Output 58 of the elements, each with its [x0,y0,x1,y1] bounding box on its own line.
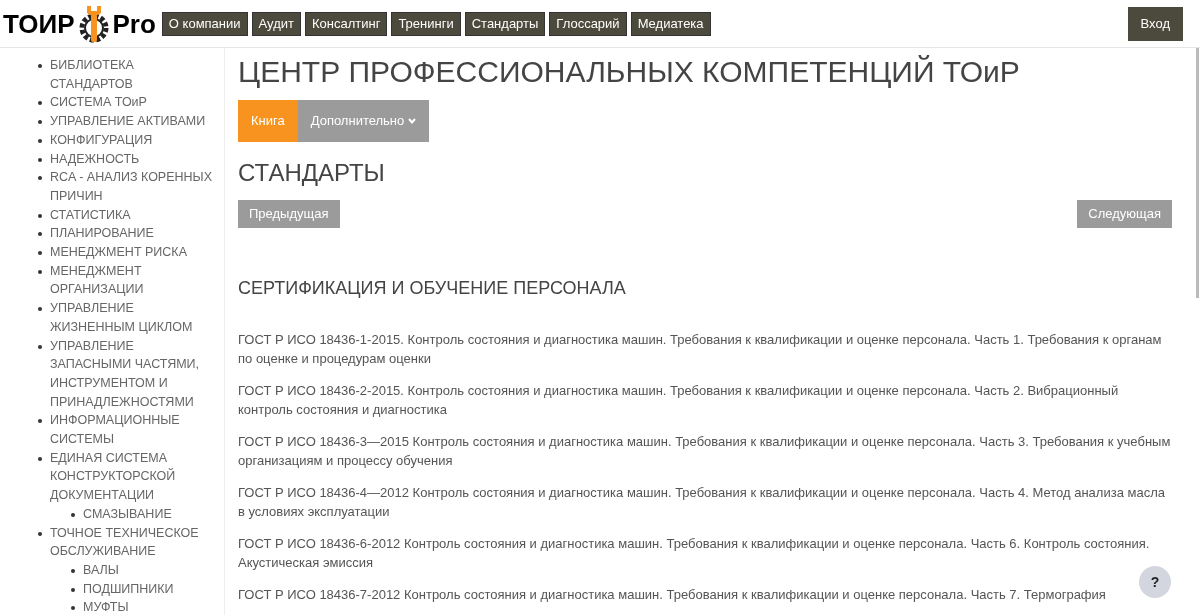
bullet-icon [38,531,42,536]
sidebar-item[interactable]: УПРАВЛЕНИЕ ЖИЗНЕННЫМ ЦИКЛОМ [50,299,214,337]
bullet-icon [38,307,42,312]
sidebar-item[interactable]: ПЛАНИРОВАНИЕ [50,224,214,244]
bullet-icon [38,213,42,218]
bullet-icon [38,64,42,68]
sidebar-item[interactable]: ИНФОРМАЦИОННЫЕ СИСТЕМЫ [50,411,214,449]
bullet-icon [38,251,42,256]
logo-text: ТОИР [3,10,75,37]
bullet-icon [38,176,42,181]
nav-link[interactable]: Глоссарий [549,11,627,36]
nav-link[interactable]: Медиатека [630,11,711,36]
nav-link[interactable]: Тренинги [391,11,461,36]
sidebar-item[interactable]: СИСТЕМА ТОиР [50,93,214,113]
bullet-icon [38,419,42,424]
sidebar-item[interactable]: ТОЧНОЕ ТЕХНИЧЕСКОЕ ОБСЛУЖИВАНИЕ [50,523,214,561]
sidebar-item[interactable]: КОНФИГУРАЦИЯ [50,130,214,150]
document-link[interactable]: ГОСТ Р ИСО 18436-2-2015. Контроль состояния и диагностика машин. Требования к квалификации и оценке персонала. Часть 2. Вибрационный контроль состояния и диагностика [238,381,1172,419]
sidebar-item[interactable]: УПРАВЛЕНИЕ АКТИВАМИ [50,112,214,131]
bullet-icon [38,138,42,143]
document-link[interactable]: ГОСТ Р ИСО 18436-4—2012 Контроль состояния и диагностика машин. Требования к квалификации и оценке персонала. Часть 4. Метод анализа масла в условиях эксплуатации [238,483,1172,521]
logo-text: Pro [112,10,156,37]
nav-link[interactable]: Аудит [251,11,301,36]
scrollbar[interactable] [1196,48,1199,298]
sidebar-item[interactable]: ВАЛЫ [83,561,214,580]
nav-link[interactable]: О компании [161,11,248,36]
bullet-icon [71,512,75,517]
subsection-title: СЕРТИФИКАЦИЯ И ОБУЧЕНИЕ ПЕРСОНАЛА [238,277,627,300]
sidebar-item[interactable]: ПОДШИПНИКИ [83,579,214,599]
bullet-icon [38,232,42,237]
sidebar-item[interactable]: БИБЛИОТЕКА СТАНДАРТОВ [50,56,214,94]
chevron-down-icon [408,118,417,124]
bullet-icon [71,587,75,592]
bullet-icon [38,157,42,162]
sidebar-item[interactable]: RCA - АНАЛИЗ КОРЕННЫХ ПРИЧИН [50,168,214,206]
help-button[interactable]: ? [1139,566,1171,598]
bullet-icon [71,606,75,611]
section-title: СТАНДАРТЫ [238,158,386,188]
sidebar-item[interactable]: ЕДИНАЯ СИСТЕМА КОНСТРУКТОРСКОЙ ДОКУМЕНТАЦИИ [50,448,214,505]
sidebar-item[interactable]: МЕНЕДЖМЕНТ РИСКА [50,243,214,262]
bullet-icon [38,456,42,461]
sidebar-item[interactable]: МУФТЫ [83,598,214,615]
nav-link[interactable]: Стандарты [464,11,546,36]
page-title: ЦЕНТР ПРОФЕССИОНАЛЬНЫХ КОМПЕТЕНЦИЙ ТОиР [238,54,1021,90]
document-link[interactable]: ГОСТ Р ИСО 18436-3—2015 Контроль состояния и диагностика машин. Требования к квалификации и оценке персонала. Часть 3. Требования к учебным организациям и процессу обучения [238,432,1172,470]
bullet-icon [38,344,42,349]
sidebar-item[interactable]: СТАТИСТИКА [50,205,214,225]
bullet-icon [71,569,75,573]
bullet-icon [38,269,42,274]
sidebar-item[interactable]: МЕНЕДЖМЕНТ ОРГАНИЗАЦИИ [50,261,214,300]
document-link[interactable]: ГОСТ Р ИСО 18436-1-2015. Контроль состояния и диагностика машин. Требования к квалификации и оценке персонала. Часть 1. Требования к органам по оценке и процедурам оценки [238,330,1172,368]
nav-link[interactable]: Консалтинг [304,11,388,36]
bullet-icon [38,120,42,125]
sidebar-item[interactable]: НАДЕЖНОСТЬ [50,149,214,169]
sidebar-item[interactable]: УПРАВЛЕНИЕ ЗАПАСНЫМИ ЧАСТЯМИ, ИНСТРУМЕНТОМ И ПРИНАДЛЕЖНОСТЯМИ [50,336,214,412]
sidebar-item[interactable]: СМАЗЫВАНИЕ [83,504,214,524]
bullet-icon [38,101,42,106]
login-button[interactable]: Вход [1127,6,1183,41]
